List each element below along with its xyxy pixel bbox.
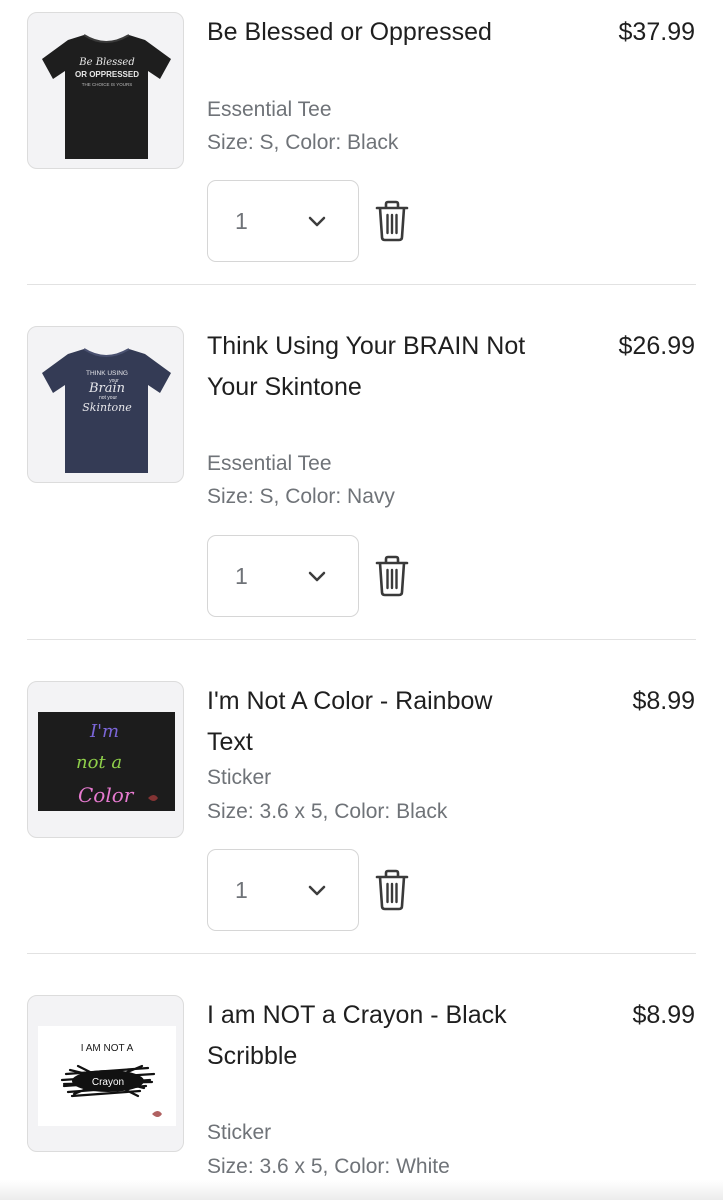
sticker-image: I AM NOT A Crayon: [38, 1026, 176, 1126]
chevron-down-icon: [308, 571, 326, 582]
product-type: Sticker: [207, 1121, 272, 1144]
tshirt-image: THINK USING your Brain not your Skintone: [42, 348, 171, 473]
product-type: Essential Tee: [207, 98, 332, 121]
sticker-text-line2: Crayon: [92, 1077, 124, 1088]
sticker-text-line1: I AM NOT A: [81, 1043, 134, 1054]
shirt-print-line1: Be Blessed: [78, 57, 135, 68]
product-title[interactable]: I am NOT a Crayon - Black Scribble: [207, 995, 527, 1076]
product-image[interactable]: THINK USING your Brain not your Skintone: [27, 326, 184, 483]
product-title[interactable]: I'm Not A Color - Rainbow Text: [207, 681, 527, 762]
trash-icon[interactable]: [374, 869, 410, 911]
item-price: $8.99: [632, 687, 695, 715]
product-variant: Size: 3.6 x 5, Color: White: [207, 1155, 450, 1178]
item-price: $8.99: [632, 1001, 695, 1029]
shirt-print-line3: Brain: [88, 381, 125, 396]
product-image[interactable]: I AM NOT A Crayon: [27, 995, 184, 1152]
product-type: Sticker: [207, 766, 272, 789]
item-divider: [27, 639, 696, 640]
shirt-print-line5: Skintone: [82, 401, 132, 414]
quantity-select[interactable]: 1: [207, 180, 359, 262]
product-image[interactable]: Be Blessed OR OPPRESSED THE CHOICE IS YO…: [27, 12, 184, 169]
sticker-text-line3: Color: [78, 783, 135, 807]
quantity-select[interactable]: 1: [207, 849, 359, 931]
shirt-print-line2: OR OPPRESSED: [75, 70, 139, 79]
item-divider: [27, 953, 696, 954]
scroll-fade: [0, 1180, 723, 1200]
sticker-text-line2: not a: [76, 752, 122, 773]
tshirt-image: Be Blessed OR OPPRESSED THE CHOICE IS YO…: [42, 34, 171, 159]
cart-item-list: Be Blessed OR OPPRESSED THE CHOICE IS YO…: [0, 0, 723, 1200]
shirt-print-line1: THINK USING: [86, 370, 128, 377]
trash-icon[interactable]: [374, 200, 410, 242]
product-type: Essential Tee: [207, 452, 332, 475]
product-variant: Size: S, Color: Navy: [207, 485, 395, 508]
item-price: $26.99: [618, 332, 695, 360]
item-price: $37.99: [618, 18, 695, 46]
product-image[interactable]: I'm not a Color: [27, 681, 184, 838]
shirt-print-line3: THE CHOICE IS YOURS: [82, 82, 132, 87]
quantity-value: 1: [235, 877, 248, 903]
item-divider: [27, 284, 696, 285]
sticker-text-line1: I'm: [89, 721, 119, 742]
sticker-image: I'm not a Color: [38, 712, 175, 811]
product-variant: Size: S, Color: Black: [207, 131, 399, 154]
product-variant: Size: 3.6 x 5, Color: Black: [207, 800, 448, 823]
trash-icon[interactable]: [374, 555, 410, 597]
product-title[interactable]: Think Using Your BRAIN Not Your Skintone: [207, 326, 527, 407]
quantity-select[interactable]: 1: [207, 535, 359, 617]
quantity-value: 1: [235, 208, 248, 234]
chevron-down-icon: [308, 885, 326, 896]
product-title[interactable]: Be Blessed or Oppressed: [207, 12, 527, 53]
chevron-down-icon: [308, 216, 326, 227]
quantity-value: 1: [235, 563, 248, 589]
